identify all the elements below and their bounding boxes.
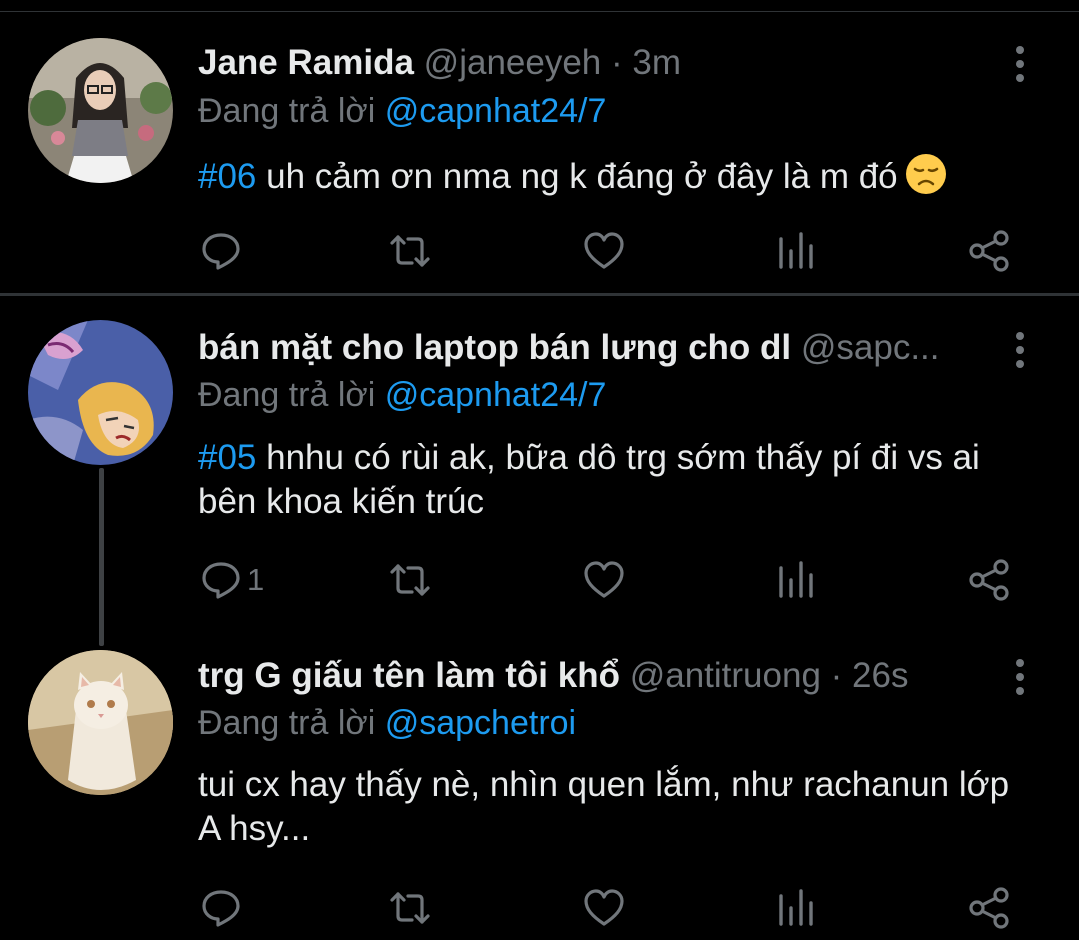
views-button[interactable] (775, 886, 819, 930)
reply-icon (202, 562, 240, 599)
share-icon (969, 887, 1009, 929)
more-icon[interactable] (1004, 40, 1038, 90)
heart-icon (584, 561, 624, 598)
user-handle[interactable]: @janeeyeh (424, 43, 602, 82)
retweet-button[interactable] (388, 886, 432, 930)
tweet-divider (0, 293, 1079, 296)
display-name[interactable]: bán mặt cho laptop bán lưng cho dl (198, 328, 791, 367)
more-icon[interactable] (1004, 653, 1038, 703)
views-button[interactable] (775, 558, 819, 602)
tweet-text: #06 uh cảm ơn nma ng k đáng ở đây là m đ… (198, 152, 1038, 199)
share-icon (969, 559, 1009, 601)
top-divider (0, 0, 1079, 12)
reply-button[interactable] (199, 229, 247, 273)
like-button[interactable] (582, 886, 626, 930)
separator-dot: · (611, 43, 623, 82)
reply-button[interactable]: 1 (199, 558, 264, 602)
avatar[interactable] (28, 320, 173, 465)
hashtag-link[interactable]: #06 (198, 157, 256, 196)
tweet-header: bán mặt cho laptop bán lưng cho dl @sapc… (198, 323, 989, 373)
retweet-icon (390, 892, 430, 924)
tweet-text: tui cx hay thấy nè, nhìn quen lắm, như r… (198, 763, 1038, 851)
avatar[interactable] (28, 38, 173, 183)
more-icon[interactable] (1004, 326, 1038, 376)
like-button[interactable] (582, 558, 626, 602)
replying-prefix: Đang trả lời (198, 704, 376, 742)
reply-icon (202, 233, 240, 270)
display-name[interactable]: Jane Ramida (198, 43, 414, 82)
share-icon (969, 230, 1009, 272)
reply-icon (202, 890, 240, 927)
display-name[interactable]: trg G giấu tên làm tôi khổ (198, 656, 620, 695)
disappointed-face-icon (905, 154, 946, 194)
mention-link[interactable]: @capnhat24/7 (385, 92, 607, 130)
tweet-header: Jane Ramida @janeeyeh · 3m (198, 38, 989, 88)
separator-dot: · (830, 656, 843, 695)
reply-count: 1 (247, 562, 265, 597)
mention-link[interactable]: @capnhat24/7 (385, 376, 607, 414)
retweet-icon (390, 564, 430, 596)
action-bar (0, 229, 1079, 273)
thread-line (99, 468, 104, 646)
action-bar: 1 (0, 558, 1079, 602)
tweet-body: hnhu có rùi ak, bữa dô trg sớm thấy pí đ… (198, 438, 980, 521)
share-button[interactable] (968, 886, 1012, 930)
retweet-icon (390, 235, 430, 267)
tweet-body: tui cx hay thấy nè, nhìn quen lắm, như r… (198, 765, 1010, 848)
heart-icon (584, 232, 624, 269)
retweet-button[interactable] (388, 558, 432, 602)
views-icon (779, 561, 813, 598)
timestamp[interactable]: 3m (632, 43, 681, 82)
replying-to-line: Đang trả lời @capnhat24/7 (198, 372, 606, 418)
views-icon (779, 889, 813, 926)
action-bar (0, 886, 1079, 930)
tweet-body: uh cảm ơn nma ng k đáng ở đây là m đó (256, 157, 898, 196)
replying-prefix: Đang trả lời (198, 92, 376, 130)
heart-icon (584, 889, 624, 926)
tweet-header: trg G giấu tên làm tôi khổ @antitruong ·… (198, 651, 989, 701)
tweet-text: #05 hnhu có rùi ak, bữa dô trg sớm thấy … (198, 436, 1038, 524)
reply-button[interactable] (199, 886, 247, 930)
user-handle[interactable]: @antitruong (630, 656, 821, 695)
hashtag-link[interactable]: #05 (198, 438, 256, 477)
avatar[interactable] (28, 650, 173, 795)
views-icon (779, 232, 813, 269)
replying-to-line: Đang trả lời @sapchetroi (198, 700, 576, 746)
retweet-button[interactable] (388, 229, 432, 273)
timestamp[interactable]: 26s (852, 656, 908, 695)
share-button[interactable] (968, 558, 1012, 602)
views-button[interactable] (775, 229, 819, 273)
like-button[interactable] (582, 229, 626, 273)
replying-prefix: Đang trả lời (198, 376, 376, 414)
replying-to-line: Đang trả lời @capnhat24/7 (198, 88, 606, 134)
share-button[interactable] (968, 229, 1012, 273)
mention-link[interactable]: @sapchetroi (385, 704, 576, 742)
user-handle[interactable]: @sapc... (801, 328, 940, 367)
